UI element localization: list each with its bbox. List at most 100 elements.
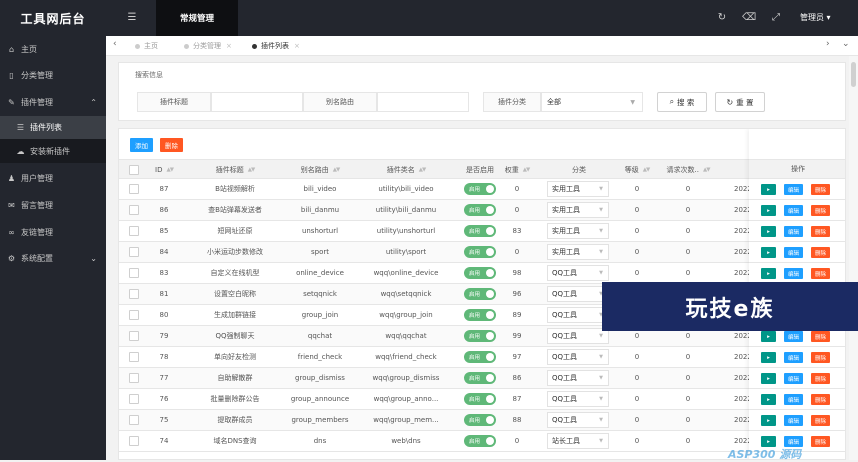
edit-button[interactable]: 编辑 — [784, 247, 803, 258]
view-button[interactable]: ▸ — [761, 247, 776, 258]
view-button[interactable]: ▸ — [761, 352, 776, 363]
view-button[interactable]: ▸ — [761, 205, 776, 216]
sidebar-item-category[interactable]: ▯ 分类管理 — [0, 62, 106, 88]
category-select[interactable]: QQ工具▼ — [547, 370, 609, 386]
search-button[interactable]: ⌕ 搜 索 — [657, 92, 707, 112]
delete-row-button[interactable]: 删除 — [811, 247, 830, 258]
category-select[interactable]: 全部 ▼ — [541, 92, 643, 112]
table-row[interactable]: 78 单向好友检测 friend_check wqq\friend_check 启用 97… — [119, 347, 845, 368]
tab-home[interactable]: 主页 — [135, 41, 158, 51]
top-nav-tab-general[interactable]: 常规管理 — [156, 0, 238, 36]
row-checkbox[interactable] — [129, 289, 139, 299]
table-row[interactable]: 85 短网址还原 unshorturl utility\unshorturl 启用 83 实… — [119, 221, 845, 242]
row-checkbox[interactable] — [129, 205, 139, 215]
enable-toggle[interactable]: 启用 — [464, 435, 496, 447]
edit-button[interactable]: 编辑 — [784, 331, 803, 342]
enable-toggle[interactable]: 启用 — [464, 204, 496, 216]
tabs-scroll-left-icon[interactable]: ‹ — [113, 39, 117, 49]
view-button[interactable]: ▸ — [761, 394, 776, 405]
fullscreen-icon[interactable]: ⤢ — [769, 11, 783, 25]
edit-button[interactable]: 编辑 — [784, 352, 803, 363]
row-checkbox[interactable] — [129, 331, 139, 341]
enable-toggle[interactable]: 启用 — [464, 372, 496, 384]
enable-toggle[interactable]: 启用 — [464, 225, 496, 237]
category-select[interactable]: QQ工具▼ — [547, 412, 609, 428]
add-button[interactable]: 添加 — [130, 138, 153, 152]
col-route[interactable]: 别名路由 ▲▼ — [279, 160, 361, 179]
delete-row-button[interactable]: 删除 — [811, 394, 830, 405]
sidebar-item-users[interactable]: ♟ 用户管理 — [0, 165, 106, 191]
delete-row-button[interactable]: 删除 — [811, 415, 830, 426]
enable-toggle[interactable]: 启用 — [464, 267, 496, 279]
delete-row-button[interactable]: 删除 — [811, 268, 830, 279]
view-button[interactable]: ▸ — [761, 226, 776, 237]
edit-button[interactable]: 编辑 — [784, 184, 803, 195]
row-checkbox[interactable] — [129, 268, 139, 278]
category-select[interactable]: 站长工具 ▼ — [547, 433, 609, 449]
edit-button[interactable]: 编辑 — [784, 394, 803, 405]
sidebar-item-plugins[interactable]: ✎ 插件管理 ⌃ — [0, 89, 106, 115]
clear-cache-icon[interactable]: ⌫ — [742, 11, 756, 25]
row-checkbox[interactable] — [129, 310, 139, 320]
row-checkbox[interactable] — [129, 247, 139, 257]
sidebar-item-plugin-list[interactable]: ☰ 插件列表 — [0, 116, 106, 139]
enable-toggle[interactable]: 启用 — [464, 351, 496, 363]
tab-category[interactable]: 分类管理 × — [184, 41, 232, 51]
category-select[interactable]: QQ工具▼ — [547, 391, 609, 407]
enable-toggle[interactable]: 启用 — [464, 246, 496, 258]
category-select[interactable]: QQ工具▼ — [547, 286, 609, 302]
col-class[interactable]: 插件类名 ▲▼ — [361, 160, 451, 179]
table-row[interactable]: 87 B站视频解析 bili_video utility\bili_video 启用 0 实… — [119, 179, 845, 200]
col-weight[interactable]: 权重 ▲▼ — [495, 160, 539, 179]
table-row[interactable]: 77 自助解散群 group_dismiss wqq\group_dismiss 启用 8… — [119, 368, 845, 389]
edit-button[interactable]: 编辑 — [784, 226, 803, 237]
refresh-icon[interactable]: ↻ — [715, 11, 729, 25]
sidebar-item-install-plugin[interactable]: ☁ 安装新插件 — [0, 139, 106, 163]
view-button[interactable]: ▸ — [761, 184, 776, 195]
enable-toggle[interactable]: 启用 — [464, 414, 496, 426]
category-select[interactable]: QQ工具▼ — [547, 307, 609, 323]
table-row[interactable]: 86 查B站弹幕发送者 bili_danmu utility\bili_danmu 启用… — [119, 200, 845, 221]
enable-toggle[interactable]: 启用 — [464, 309, 496, 321]
view-button[interactable]: ▸ — [761, 331, 776, 342]
edit-button[interactable]: 编辑 — [784, 373, 803, 384]
delete-row-button[interactable]: 删除 — [811, 331, 830, 342]
delete-row-button[interactable]: 删除 — [811, 184, 830, 195]
enable-toggle[interactable]: 启用 — [464, 183, 496, 195]
col-id[interactable]: ID ▲▼ — [143, 160, 185, 179]
sidebar-item-links[interactable]: ∞ 友链管理 — [0, 219, 106, 245]
enable-toggle[interactable]: 启用 — [464, 288, 496, 300]
view-button[interactable]: ▸ — [761, 268, 776, 279]
row-checkbox[interactable] — [129, 394, 139, 404]
view-button[interactable]: ▸ — [761, 373, 776, 384]
category-select[interactable]: 实用工具 ▼ — [547, 181, 609, 197]
select-all-checkbox[interactable] — [129, 165, 139, 175]
delete-row-button[interactable]: 删除 — [811, 352, 830, 363]
delete-row-button[interactable]: 删除 — [811, 226, 830, 237]
sidebar-item-messages[interactable]: ✉ 留言管理 — [0, 192, 106, 218]
plugin-title-input[interactable] — [211, 92, 303, 112]
sidebar-item-home[interactable]: ⌂ 主页 — [0, 36, 106, 62]
col-title[interactable]: 插件标题 ▲▼ — [191, 160, 279, 179]
tabs-scroll-right-icon[interactable]: › — [826, 39, 830, 49]
scrollbar-thumb[interactable] — [851, 62, 856, 87]
delete-row-button[interactable]: 删除 — [811, 373, 830, 384]
category-select[interactable]: QQ工具▼ — [547, 349, 609, 365]
view-button[interactable]: ▸ — [761, 415, 776, 426]
table-row[interactable]: 83 自定义在线机型 online_device wqq\online_device 启… — [119, 263, 845, 284]
edit-button[interactable]: 编辑 — [784, 415, 803, 426]
tab-plugin-list[interactable]: 插件列表 × — [252, 41, 300, 51]
table-row[interactable]: 84 小米运动步数修改 sport utility\sport 启用 0 实用工具 ▼ 0 0 20… — [119, 242, 845, 263]
category-select[interactable]: 实用工具 ▼ — [547, 244, 609, 260]
col-requests[interactable]: 请求次数.. ▲▼ — [659, 160, 717, 179]
category-select[interactable]: QQ工具▼ — [547, 328, 609, 344]
category-select[interactable]: QQ工具▼ — [547, 265, 609, 281]
row-checkbox[interactable] — [129, 373, 139, 383]
row-checkbox[interactable] — [129, 352, 139, 362]
edit-button[interactable]: 编辑 — [784, 268, 803, 279]
row-checkbox[interactable] — [129, 415, 139, 425]
close-icon[interactable]: × — [226, 42, 232, 50]
row-checkbox[interactable] — [129, 184, 139, 194]
menu-toggle-icon[interactable]: ☰ — [125, 11, 139, 25]
row-checkbox[interactable] — [129, 436, 139, 446]
